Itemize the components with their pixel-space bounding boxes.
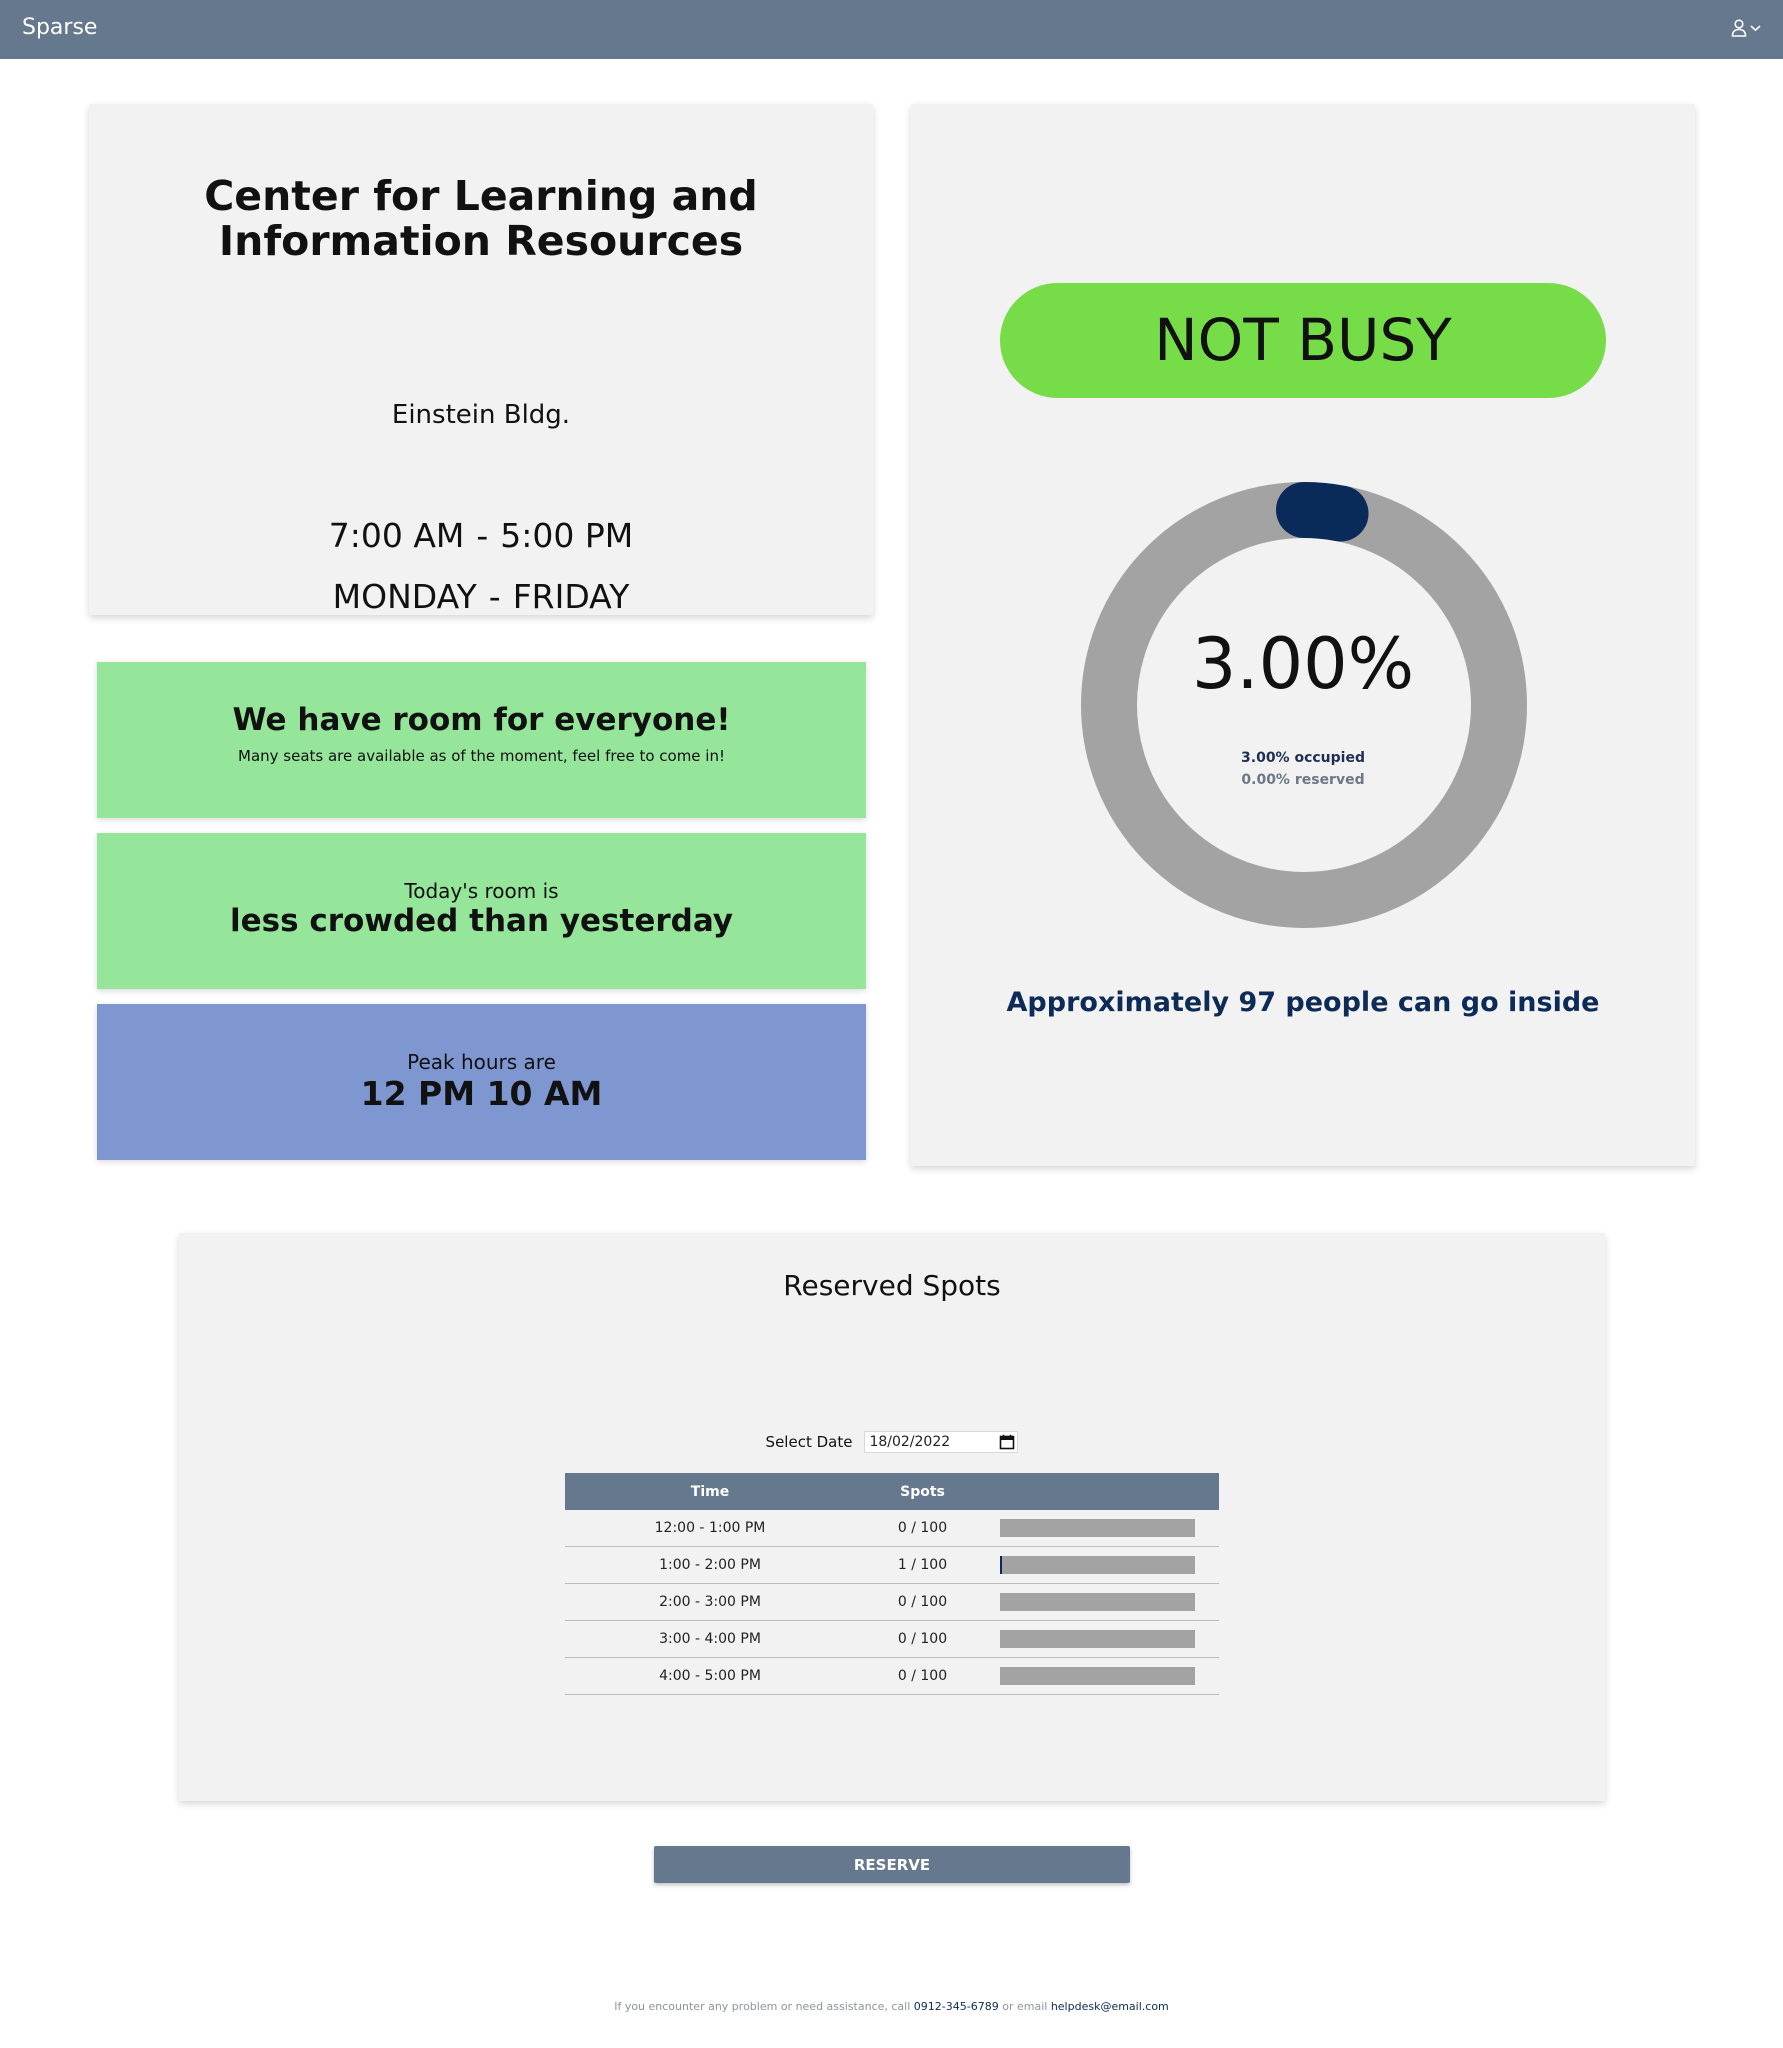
slot-progress-bar (1000, 1630, 1195, 1648)
table-row: 2:00 - 3:00 PM 0 / 100 (565, 1583, 1219, 1621)
close-time: 5:00 PM (500, 516, 634, 555)
occupancy-donut (1081, 482, 1527, 928)
room-banner-subtitle: Many seats are available as of the momen… (238, 747, 725, 765)
spots-column-header: Spots (855, 1473, 990, 1510)
peak-banner-value: 12 PM 10 AM (360, 1074, 603, 1113)
slot-time: 2:00 - 3:00 PM (565, 1583, 855, 1621)
facility-info-card: Center for Learning and Information Reso… (89, 104, 873, 616)
footer-text-middle: or email (1002, 2000, 1048, 2013)
open-time: 7:00 AM (328, 516, 465, 555)
slot-spots: 0 / 100 (855, 1510, 990, 1547)
slot-time: 4:00 - 5:00 PM (565, 1657, 855, 1695)
capacity-message: Approximately 97 people can go inside (1006, 987, 1600, 1018)
slot-progress-bar (1000, 1556, 1195, 1574)
slot-progress-bar (1000, 1667, 1195, 1685)
reserved-spots-card: Reserved Spots Select Date 18/02/2022 Ti… (179, 1233, 1605, 1801)
user-icon[interactable] (1731, 19, 1747, 37)
select-date-label: Select Date (765, 1433, 853, 1451)
slot-spots: 0 / 100 (855, 1657, 990, 1695)
table-row: 12:00 - 1:00 PM 0 / 100 (565, 1510, 1219, 1547)
day-start: MONDAY (332, 577, 477, 616)
date-selector: Select Date 18/02/2022 (179, 1431, 1605, 1453)
occupied-label: 3.00% occupied (1241, 750, 1365, 766)
calendar-icon[interactable] (999, 1434, 1015, 1450)
chevron-down-icon[interactable] (1750, 24, 1761, 32)
opening-hours: 7:00 AM -5:00 PM (328, 516, 634, 555)
table-header-row: Time Spots (565, 1473, 1219, 1510)
table-row: 1:00 - 2:00 PM 1 / 100 (565, 1546, 1219, 1584)
footer-text-before: If you encounter any problem or need ass… (614, 2000, 911, 2013)
reserve-button[interactable]: RESERVE (654, 1846, 1130, 1883)
occupancy-percent: 3.00% (1191, 623, 1415, 705)
slot-time: 3:00 - 4:00 PM (565, 1620, 855, 1658)
reserved-label: 0.00% reserved (1241, 772, 1365, 788)
crowd-banner-prefix: Today's room is (404, 879, 559, 903)
donut-track (1081, 482, 1527, 928)
date-value: 18/02/2022 (869, 1434, 951, 1450)
footer-phone-link[interactable]: 0912-345-6789 (914, 2000, 999, 2013)
room-availability-banner: We have room for everyone! Many seats ar… (97, 662, 866, 818)
table-row: 3:00 - 4:00 PM 0 / 100 (565, 1620, 1219, 1658)
footer-help-text: If you encounter any problem or need ass… (0, 2000, 1783, 2013)
brand-logo[interactable]: Sparse (22, 15, 97, 40)
slot-time: 1:00 - 2:00 PM (565, 1546, 855, 1584)
crowd-comparison-banner: Today's room is less crowded than yester… (97, 833, 866, 989)
slot-progress-bar (1000, 1519, 1195, 1537)
peak-hours-banner: Peak hours are 12 PM 10 AM (97, 1004, 866, 1160)
date-input[interactable]: 18/02/2022 (864, 1431, 1019, 1453)
busy-status-badge: NOT BUSY (1000, 283, 1606, 398)
room-banner-title: We have room for everyone! (232, 702, 731, 738)
slot-spots: 1 / 100 (855, 1546, 990, 1584)
peak-banner-prefix: Peak hours are (407, 1050, 556, 1074)
occupancy-status-card: NOT BUSY 3.00% 3.00% occupied 0.00% rese… (911, 104, 1695, 1166)
reserved-spots-table: Time Spots 12:00 - 1:00 PM 0 / 100 1:00 … (565, 1473, 1219, 1695)
time-column-header: Time (565, 1473, 855, 1510)
slot-spots: 0 / 100 (855, 1620, 990, 1658)
slot-progress-bar (1000, 1593, 1195, 1611)
day-end: FRIDAY (512, 577, 630, 616)
building-name: Einstein Bldg. (391, 400, 571, 430)
reserved-spots-title: Reserved Spots (783, 1269, 1001, 1302)
opening-days: MONDAY - FRIDAY (332, 577, 630, 616)
slot-progress-fill (1000, 1556, 1002, 1574)
crowd-banner-value: less crowded than yesterday (230, 903, 733, 939)
top-navbar: Sparse (0, 0, 1783, 59)
table-row: 4:00 - 5:00 PM 0 / 100 (565, 1657, 1219, 1695)
slot-spots: 0 / 100 (855, 1583, 990, 1621)
bar-column-header (990, 1473, 1219, 1510)
slot-time: 12:00 - 1:00 PM (565, 1510, 855, 1547)
facility-name: Center for Learning and Information Reso… (204, 172, 758, 265)
footer-email-link[interactable]: helpdesk@email.com (1051, 2000, 1169, 2013)
user-menu[interactable] (1731, 19, 1761, 37)
